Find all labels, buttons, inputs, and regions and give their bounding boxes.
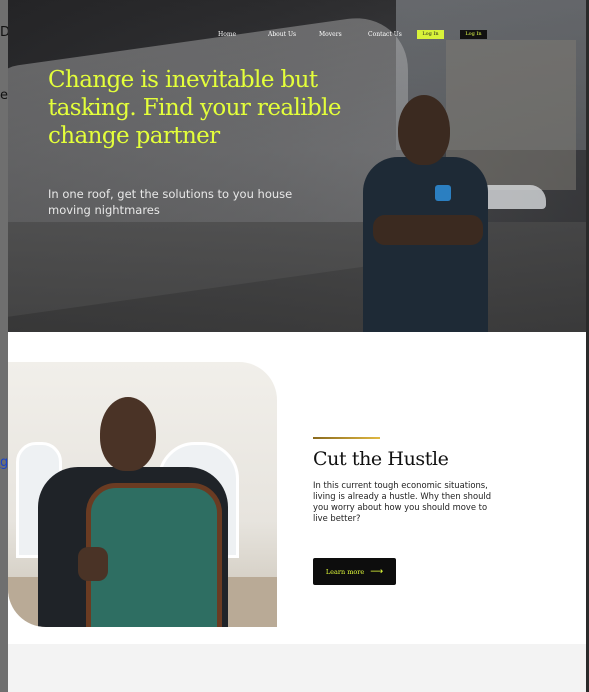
top-navigation: Home About Us Movers Contact Us (8, 29, 586, 43)
nav-movers-link[interactable]: Movers (319, 29, 342, 40)
next-section (8, 644, 586, 692)
mover-head (398, 95, 450, 165)
hero-background-road (8, 222, 586, 332)
cut-the-hustle-section: Cut the Hustle In this current tough eco… (8, 332, 586, 644)
section-body: In this current tough economic situation… (313, 480, 492, 523)
hero-mover-image (363, 95, 493, 332)
mover-badge (435, 185, 451, 201)
mover-figure (28, 397, 228, 627)
login-button-primary[interactable]: Log In (417, 30, 444, 39)
learn-more-label: Learn more (325, 567, 365, 576)
mover-with-chair-image (8, 362, 277, 627)
nav-auth-group: Log In Log In (8, 0, 586, 39)
mover-hand (78, 547, 108, 581)
mover-arms (373, 215, 483, 245)
hero-heading: Change is inevitable but tasking. Find y… (48, 67, 341, 149)
nav-about-link[interactable]: About Us (268, 29, 296, 40)
arrow-right-icon: ⟶ (370, 566, 384, 577)
nav-home-link[interactable]: Home (218, 29, 236, 40)
section-title: Cut the Hustle (313, 448, 449, 470)
background-page-strip: D e g (0, 0, 10, 692)
section-accent-line (313, 437, 380, 439)
hero-section: Home About Us Movers Contact Us Log In L… (8, 0, 586, 332)
login-button-secondary[interactable]: Log In (460, 30, 487, 39)
nav-contact-link[interactable]: Contact Us (368, 29, 402, 40)
background-text-fragment: e (0, 88, 8, 103)
learn-more-button[interactable]: Learn more ⟶ (313, 558, 396, 585)
mover-head (100, 397, 156, 471)
hero-subheading: In one roof, get the solutions to you ho… (48, 187, 293, 217)
